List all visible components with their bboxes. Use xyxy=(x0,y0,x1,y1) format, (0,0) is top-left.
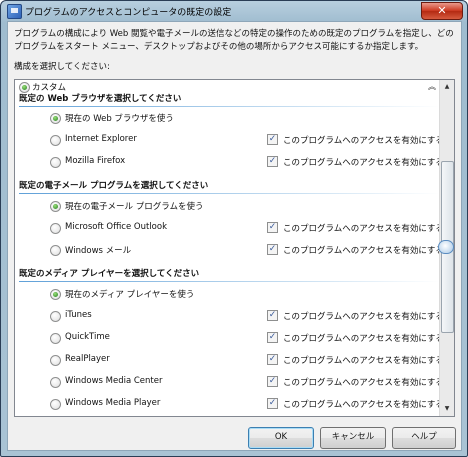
access-checkbox[interactable]: ✓ xyxy=(267,310,278,321)
dialog-window: プログラムのアクセスとコンピュータの既定の設定 ✕ プログラムの構成により We… xyxy=(0,0,468,457)
access-checkbox[interactable]: ✓ xyxy=(267,354,278,365)
help-button[interactable]: ヘルプ xyxy=(392,427,456,449)
access-checkbox[interactable]: ✓ xyxy=(267,332,278,343)
option-row[interactable]: RealPlayer ✓ このプログラムへのアクセスを有効にする xyxy=(15,353,444,367)
option-radio[interactable] xyxy=(50,289,61,300)
option-row[interactable]: Windows メール ✓ このプログラムへのアクセスを有効にする xyxy=(15,243,444,257)
vertical-scrollbar[interactable]: ▲ ▼ xyxy=(438,80,454,416)
option-label: Mozilla Firefox xyxy=(65,156,126,166)
option-radio[interactable] xyxy=(50,399,61,410)
option-radio[interactable] xyxy=(50,333,61,344)
access-label: このプログラムへのアクセスを有効にする xyxy=(283,312,444,322)
ok-button[interactable]: OK xyxy=(248,427,314,449)
access-label: このプログラムへのアクセスを有効にする xyxy=(283,400,444,410)
option-label: RealPlayer xyxy=(65,354,110,364)
option-row[interactable]: Mozilla Firefox ✓ このプログラムへのアクセスを有効にする xyxy=(15,155,444,169)
option-label: 現在のメディア プレイヤーを使う xyxy=(65,290,195,300)
option-label: Windows メール xyxy=(65,246,132,256)
option-row[interactable]: QuickTime ✓ このプログラムへのアクセスを有効にする xyxy=(15,331,444,345)
access-label: このプログラムへのアクセスを有効にする xyxy=(283,158,444,168)
access-checkbox[interactable]: ✓ xyxy=(267,134,278,145)
access-label: このプログラムへのアクセスを有効にする xyxy=(283,246,444,256)
option-row[interactable]: Internet Explorer ✓ このプログラムへのアクセスを有効にする xyxy=(15,133,444,147)
option-row[interactable]: iTunes ✓ このプログラムへのアクセスを有効にする xyxy=(15,309,444,323)
option-radio[interactable] xyxy=(50,135,61,146)
configuration-list[interactable]: カスタム ︽ 既定の Web ブラウザを選択してください 現在の Web ブラウ… xyxy=(14,79,455,417)
group-heading: 既定の電子メール プログラムを選択してください xyxy=(19,181,209,191)
group-heading: 既定の Web ブラウザを選択してください xyxy=(19,94,182,104)
scroll-up-arrow-icon[interactable]: ▲ xyxy=(441,80,453,94)
option-label: 現在の Web ブラウザを使う xyxy=(65,114,174,124)
cancel-button[interactable]: キャンセル xyxy=(320,427,386,449)
group-divider xyxy=(19,281,440,282)
option-row[interactable]: 現在の Web ブラウザを使う xyxy=(15,111,440,125)
option-label: Windows Media Player xyxy=(65,398,161,408)
option-radio[interactable] xyxy=(50,113,61,124)
dialog-body: プログラムの構成により Web 閲覧や電子メールの送信などの特定の操作のための既… xyxy=(7,21,462,451)
access-label: このプログラムへのアクセスを有効にする xyxy=(283,378,444,388)
option-radio[interactable] xyxy=(50,223,61,234)
option-radio[interactable] xyxy=(50,311,61,322)
control-panel-icon xyxy=(7,4,22,19)
option-row[interactable]: Microsoft Office Outlook ✓ このプログラムへのアクセス… xyxy=(15,221,444,235)
option-radio[interactable] xyxy=(50,377,61,388)
access-label: このプログラムへのアクセスを有効にする xyxy=(283,136,444,146)
group-divider xyxy=(19,193,440,194)
title-bar[interactable]: プログラムのアクセスとコンピュータの既定の設定 ✕ xyxy=(1,1,467,21)
option-row[interactable]: Windows Media Player ✓ このプログラムへのアクセスを有効に… xyxy=(15,397,444,411)
scroll-down-arrow-icon[interactable]: ▼ xyxy=(441,402,453,416)
option-label: Microsoft Office Outlook xyxy=(65,222,167,232)
group-heading: 既定のメディア プレイヤーを選択してください xyxy=(19,269,200,279)
scrollbar-grip-icon[interactable] xyxy=(438,240,454,254)
configuration-prompt: 構成を選択してください: xyxy=(14,62,110,72)
group-divider xyxy=(19,106,440,107)
option-row[interactable]: 現在の電子メール プログラムを使う xyxy=(15,199,440,213)
access-checkbox[interactable]: ✓ xyxy=(267,244,278,255)
option-radio[interactable] xyxy=(50,245,61,256)
chevron-up-icon[interactable]: ︽ xyxy=(428,81,436,92)
window-title: プログラムのアクセスとコンピュータの既定の設定 xyxy=(25,8,232,18)
access-label: このプログラムへのアクセスを有効にする xyxy=(283,334,444,344)
access-checkbox[interactable]: ✓ xyxy=(267,376,278,387)
option-label: Windows Media Center xyxy=(65,376,163,386)
option-radio[interactable] xyxy=(50,157,61,168)
option-label: 現在の電子メール プログラムを使う xyxy=(65,202,204,212)
access-checkbox[interactable]: ✓ xyxy=(267,156,278,167)
access-checkbox[interactable]: ✓ xyxy=(267,222,278,233)
access-label: このプログラムへのアクセスを有効にする xyxy=(283,224,444,234)
option-radio[interactable] xyxy=(50,355,61,366)
close-button[interactable]: ✕ xyxy=(421,2,463,20)
option-label: iTunes xyxy=(65,310,92,320)
access-checkbox[interactable]: ✓ xyxy=(267,398,278,409)
description-text: プログラムの構成により Web 閲覧や電子メールの送信などの特定の操作のための既… xyxy=(14,29,454,52)
option-row[interactable]: 現在のメディア プレイヤーを使う xyxy=(15,287,440,301)
option-label: QuickTime xyxy=(65,332,110,342)
scrollbar-thumb[interactable] xyxy=(438,161,454,333)
option-label: Internet Explorer xyxy=(65,134,137,144)
option-row[interactable]: Windows Media Center ✓ このプログラムへのアクセスを有効に… xyxy=(15,375,444,389)
access-label: このプログラムへのアクセスを有効にする xyxy=(283,356,444,366)
option-radio[interactable] xyxy=(50,201,61,212)
